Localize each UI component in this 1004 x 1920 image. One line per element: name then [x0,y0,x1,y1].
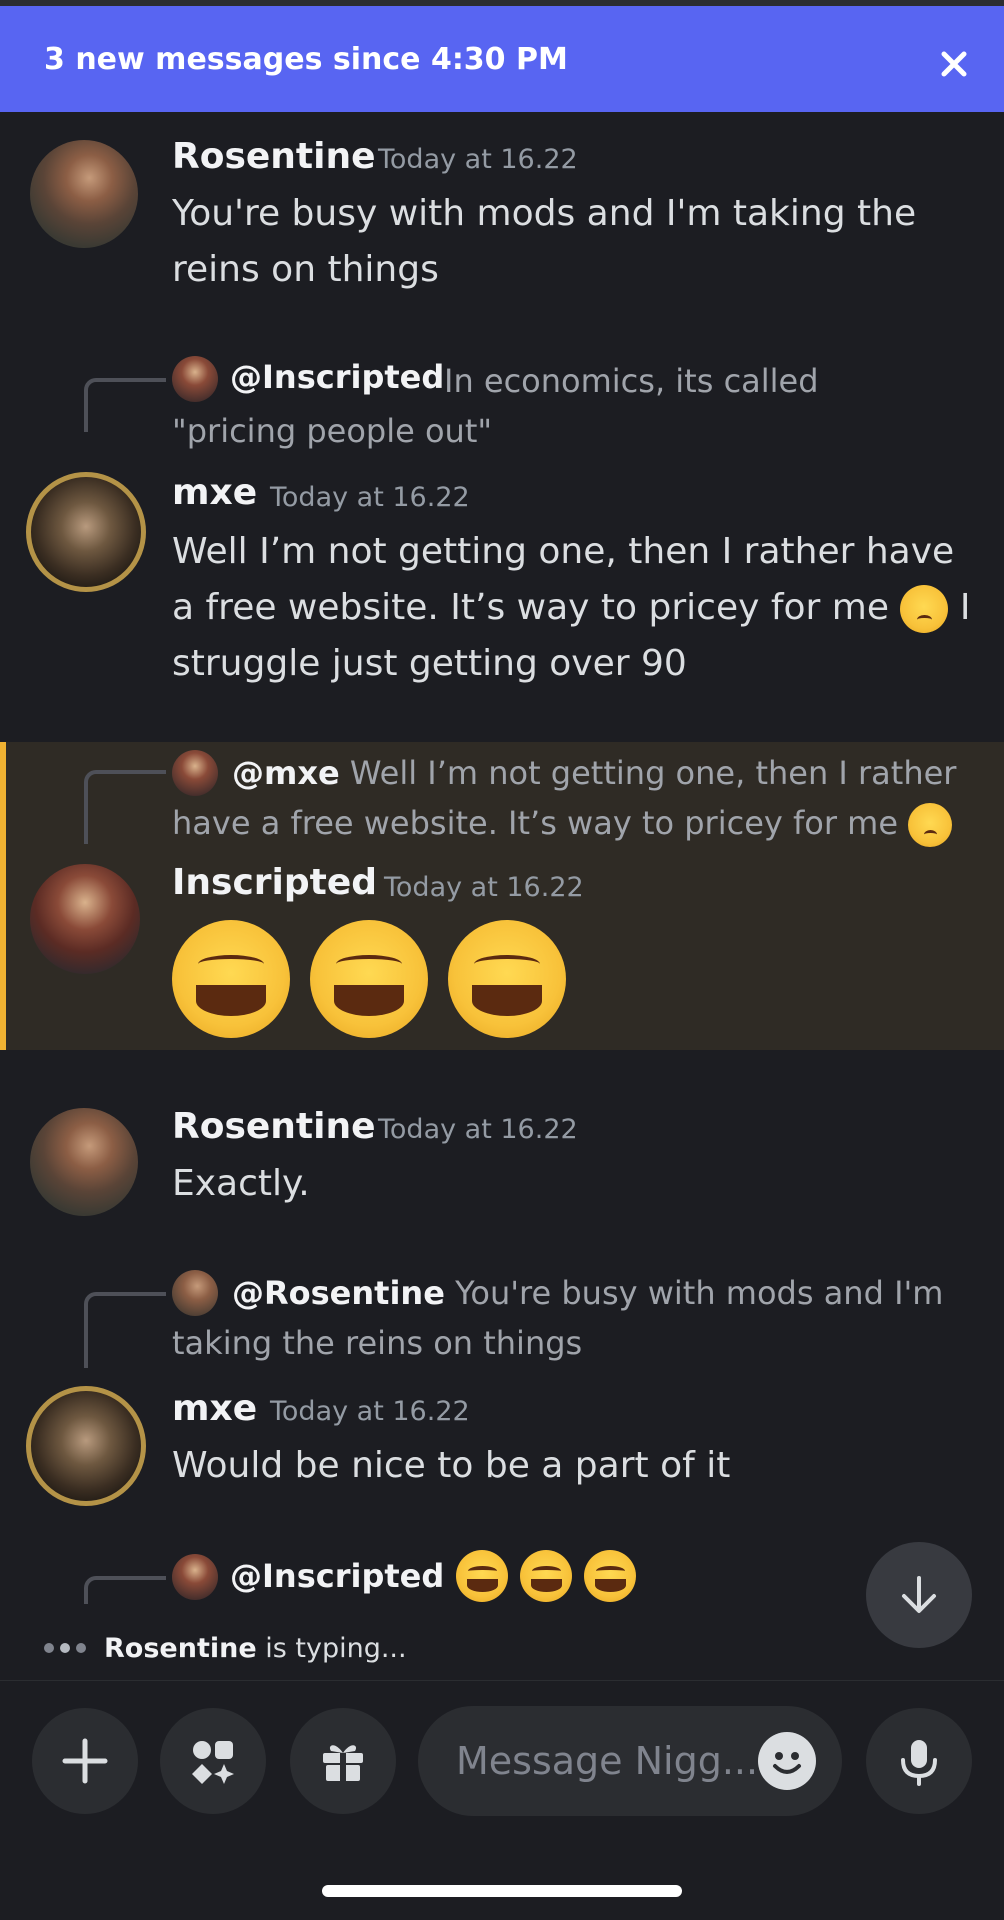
emoji-icon[interactable] [758,1732,816,1790]
avatar[interactable] [26,472,146,592]
avatar[interactable] [30,1108,138,1216]
banner-text: 3 new messages since 4:30 PM [44,41,568,77]
timestamp: Today at 16.22 [384,872,584,903]
attach-button[interactable] [32,1708,138,1814]
message-text: Would be nice to be a part of it [172,1445,731,1486]
plus-icon [62,1738,108,1784]
username[interactable]: Rosentine [172,1106,376,1147]
reply-avatar [172,1554,218,1600]
avatar[interactable] [30,864,140,974]
message-text-part: Well I’m not getting one, then I rather … [172,531,955,628]
message-input-placeholder: Message Nigg... [456,1739,759,1783]
typing-text: Rosentine is typing... [104,1633,407,1664]
new-messages-banner[interactable]: 3 new messages since 4:30 PM [0,6,1004,112]
reply-mention[interactable]: @mxe [232,754,340,792]
close-icon[interactable] [934,44,974,84]
apps-icon [192,1741,234,1784]
reply-preview[interactable]: In economics, its called "pricing people… [172,356,952,456]
reply-preview[interactable]: @Inscripted [230,1550,637,1602]
laughing-emoji-icon [584,1550,637,1602]
typing-dot [76,1643,86,1653]
laughing-emoji-icon [520,1550,573,1602]
reply-connector [84,1576,166,1604]
message-input[interactable]: Message Nigg... [418,1706,842,1816]
timestamp: Today at 16.22 [378,1114,578,1145]
reply-preview[interactable]: @Rosentine You're busy with mods and I'm… [172,1268,952,1368]
reply-preview-text: In economics, its called "pricing people… [172,362,819,450]
laughing-emoji-icon [448,920,566,1038]
typing-indicator: Rosentine is typing... [44,1628,407,1668]
avatar[interactable] [30,140,138,248]
laughing-emoji-icon [310,920,428,1038]
typing-dot [60,1643,70,1653]
username[interactable]: mxe [172,1388,257,1429]
timestamp: Today at 16.22 [270,1396,470,1427]
gift-icon [323,1745,363,1781]
typing-user: Rosentine [104,1632,257,1664]
typing-dot [44,1643,54,1653]
username[interactable]: mxe [172,472,257,513]
scroll-to-bottom-button[interactable] [866,1542,972,1648]
gift-button[interactable] [290,1708,396,1814]
typing-suffix: is typing... [256,1632,407,1664]
microphone-icon [901,1740,937,1786]
username[interactable]: Rosentine [172,136,376,177]
laughing-emoji-icon [172,920,290,1038]
timestamp: Today at 16.22 [270,482,470,513]
avatar[interactable] [26,1386,146,1506]
reply-preview[interactable]: @mxe Well I’m not getting one, then I ra… [172,748,972,848]
message-text: Exactly. [172,1163,310,1204]
reply-mention[interactable]: @Rosentine [232,1274,445,1312]
frown-emoji-icon [908,803,953,847]
reply-mention[interactable]: @Inscripted [230,1557,444,1595]
laughing-emoji-icon [456,1550,509,1602]
emoji-face-icon [773,1752,801,1774]
home-indicator[interactable] [322,1885,682,1897]
reply-connector [84,378,166,432]
message-text: Well I’m not getting one, then I rather … [172,524,972,692]
reply-connector [84,1292,166,1368]
username[interactable]: Inscripted [172,862,377,903]
timestamp: Today at 16.22 [378,144,578,175]
message-text: You're busy with mods and I'm taking the… [172,193,917,290]
frown-emoji-icon [900,585,949,633]
voice-message-button[interactable] [866,1708,972,1814]
reply-connector [84,770,166,844]
apps-button[interactable] [160,1708,266,1814]
scroll-down-icon [902,1576,936,1613]
emoji-row [172,920,566,1038]
